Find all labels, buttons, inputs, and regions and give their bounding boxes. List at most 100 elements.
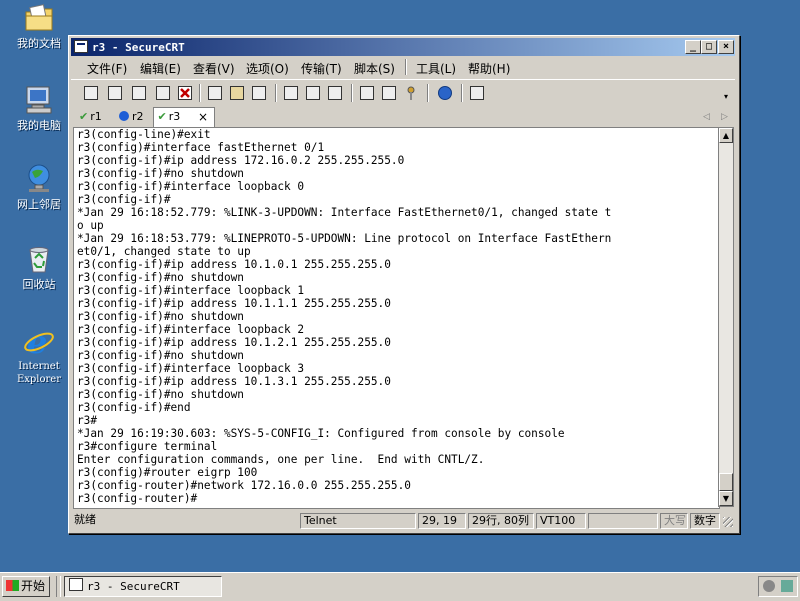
toolbar-overflow-chevron-icon[interactable]: ▾ bbox=[721, 92, 731, 102]
terminal-line: r3(config-if)#no shutdown bbox=[77, 388, 244, 401]
start-button[interactable]: 开始 bbox=[2, 576, 50, 597]
print-selection-icon[interactable] bbox=[303, 83, 323, 103]
menu-view[interactable]: 查看(V) bbox=[193, 60, 235, 77]
tab-scroll-left-icon[interactable]: ◁ bbox=[703, 108, 710, 126]
terminal-line: r3(config-if)#ip address 10.1.3.1 255.25… bbox=[77, 375, 391, 388]
terminal-line: r3(config-if)#no shutdown bbox=[77, 349, 244, 362]
desktop-icon-network[interactable]: 网上邻居 bbox=[6, 163, 72, 211]
terminal-line: r3#configure terminal bbox=[77, 440, 218, 453]
app-icon[interactable] bbox=[74, 40, 88, 53]
toolbar-separator bbox=[461, 84, 463, 102]
find-icon[interactable] bbox=[249, 83, 269, 103]
desktop-icon-label: 我的文档 bbox=[17, 37, 61, 50]
terminal-line: r3(config-if)#ip address 10.1.1.1 255.25… bbox=[77, 297, 391, 310]
copy-icon[interactable] bbox=[205, 83, 225, 103]
folder-documents-icon bbox=[23, 2, 55, 34]
toolbar: ▾ bbox=[71, 79, 735, 106]
taskbar-separator bbox=[56, 576, 61, 597]
tab-label: r1 bbox=[90, 110, 102, 123]
terminal-line: et0/1, changed state to up bbox=[77, 245, 251, 258]
minimize-button[interactable]: _ bbox=[685, 40, 701, 54]
scroll-down-icon[interactable]: ▼ bbox=[719, 491, 733, 506]
terminal-line: r3(config-if)#interface loopback 0 bbox=[77, 180, 305, 193]
taskbar-item-securecrt[interactable]: r3 - SecureCRT bbox=[64, 576, 222, 597]
tab-r1[interactable]: ✔ r1 bbox=[79, 108, 102, 126]
quick-connect-icon[interactable] bbox=[105, 83, 125, 103]
disconnect-icon[interactable] bbox=[175, 83, 195, 103]
terminal-area[interactable]: r3(config-line)#exit r3(config)#interfac… bbox=[73, 127, 720, 509]
paste-icon[interactable] bbox=[227, 83, 247, 103]
status-num: 数字 bbox=[690, 513, 720, 529]
connected-check-icon: ✔ bbox=[157, 110, 167, 123]
terminal-line: r3(config)#interface fastEthernet 0/1 bbox=[77, 141, 325, 154]
status-emulation: VT100 bbox=[536, 513, 586, 529]
desktop-icon-recycle-bin[interactable]: 回收站 bbox=[6, 243, 72, 291]
menu-options[interactable]: 选项(O) bbox=[246, 60, 289, 77]
app-icon bbox=[69, 578, 83, 591]
terminal-line: r3(config-router)#network 172.16.0.0 255… bbox=[77, 479, 411, 492]
terminal-line: r3(config-if)#ip address 10.1.0.1 255.25… bbox=[77, 258, 391, 271]
tab-r2[interactable]: r2 bbox=[119, 108, 144, 126]
terminal-line: r3(config-line)#exit bbox=[77, 128, 211, 141]
session-options-icon[interactable] bbox=[357, 83, 377, 103]
status-protocol: Telnet bbox=[300, 513, 416, 529]
connected-check-icon: ✔ bbox=[79, 110, 89, 123]
close-button[interactable]: × bbox=[718, 40, 734, 54]
status-blank bbox=[588, 513, 658, 529]
terminal-line: r3(config-if)#end bbox=[77, 401, 191, 414]
terminal-output: r3(config-line)#exit r3(config)#interfac… bbox=[74, 128, 719, 505]
status-cursor-position: 29, 19 bbox=[418, 513, 466, 529]
print-setup-icon[interactable] bbox=[281, 83, 301, 103]
taskbar-item-label: r3 - SecureCRT bbox=[87, 580, 180, 593]
scroll-up-icon[interactable]: ▲ bbox=[719, 128, 733, 143]
menu-tools[interactable]: 工具(L) bbox=[416, 60, 456, 77]
connect-tab-icon[interactable] bbox=[129, 83, 149, 103]
session-tabs: ✔ r1 r2 ✔ r3 × ◁ ▷ bbox=[71, 106, 735, 127]
maximize-button[interactable]: □ bbox=[701, 40, 717, 54]
info-icon bbox=[119, 111, 129, 121]
terminal-line: r3(config-if)#interface loopback 1 bbox=[77, 284, 305, 297]
system-tray bbox=[758, 576, 798, 597]
help-icon[interactable] bbox=[435, 83, 455, 103]
global-options-icon[interactable] bbox=[379, 83, 399, 103]
desktop-icon-label: 我的电脑 bbox=[17, 119, 61, 132]
title-bar[interactable]: r3 - SecureCRT _ □ × bbox=[71, 38, 735, 56]
status-ready: 就绪 bbox=[74, 513, 96, 526]
vertical-scrollbar[interactable]: ▲ ▼ bbox=[718, 127, 734, 507]
reconnect-icon[interactable] bbox=[153, 83, 173, 103]
desktop-icon-my-documents[interactable]: 我的文档 bbox=[6, 2, 72, 50]
status-bar: 就绪 Telnet 29, 19 29行, 80列 VT100 大写 数字 bbox=[71, 511, 735, 531]
scroll-thumb[interactable] bbox=[719, 473, 733, 491]
keymap-icon[interactable] bbox=[467, 83, 487, 103]
tab-close-icon[interactable]: × bbox=[198, 108, 208, 126]
desktop-icon-my-computer[interactable]: 我的电脑 bbox=[6, 84, 72, 132]
desktop-icon-label: 网上邻居 bbox=[17, 198, 61, 211]
tray-network-icon[interactable] bbox=[781, 580, 793, 592]
menu-file[interactable]: 文件(F) bbox=[87, 60, 127, 77]
key-icon[interactable] bbox=[401, 83, 421, 103]
menu-help[interactable]: 帮助(H) bbox=[468, 60, 510, 77]
terminal-line: r3(config-if)#no shutdown bbox=[77, 310, 244, 323]
tab-scroll-right-icon[interactable]: ▷ bbox=[721, 108, 728, 126]
print-icon[interactable] bbox=[325, 83, 345, 103]
desktop-icon-internet-explorer[interactable]: e Internet Explorer bbox=[6, 323, 72, 386]
connect-icon[interactable] bbox=[81, 83, 101, 103]
terminal-line: r3(config-router)# bbox=[77, 492, 198, 505]
status-terminal-size: 29行, 80列 bbox=[468, 513, 534, 529]
tab-r3[interactable]: ✔ r3 × bbox=[153, 107, 215, 127]
menu-script[interactable]: 脚本(S) bbox=[354, 60, 395, 77]
desktop-icon-label: 回收站 bbox=[22, 278, 56, 291]
menu-transfer[interactable]: 传输(T) bbox=[301, 60, 342, 77]
resize-grip-icon[interactable] bbox=[723, 517, 733, 527]
desktop-icon-label-line2: Explorer bbox=[16, 374, 62, 385]
terminal-line: *Jan 29 16:19:30.603: %SYS-5-CONFIG_I: C… bbox=[77, 427, 565, 440]
network-icon bbox=[23, 163, 55, 195]
status-caps: 大写 bbox=[660, 513, 688, 529]
menu-edit[interactable]: 编辑(E) bbox=[140, 60, 181, 77]
toolbar-separator bbox=[199, 84, 201, 102]
ie-icon: e bbox=[23, 323, 55, 361]
windows-logo-icon bbox=[6, 580, 19, 591]
tray-sound-icon[interactable] bbox=[763, 580, 775, 592]
terminal-line: r3(config-if)#interface loopback 3 bbox=[77, 362, 305, 375]
securecrt-window: r3 - SecureCRT _ □ × 文件(F) 编辑(E) 查看(V) 选… bbox=[68, 35, 740, 534]
